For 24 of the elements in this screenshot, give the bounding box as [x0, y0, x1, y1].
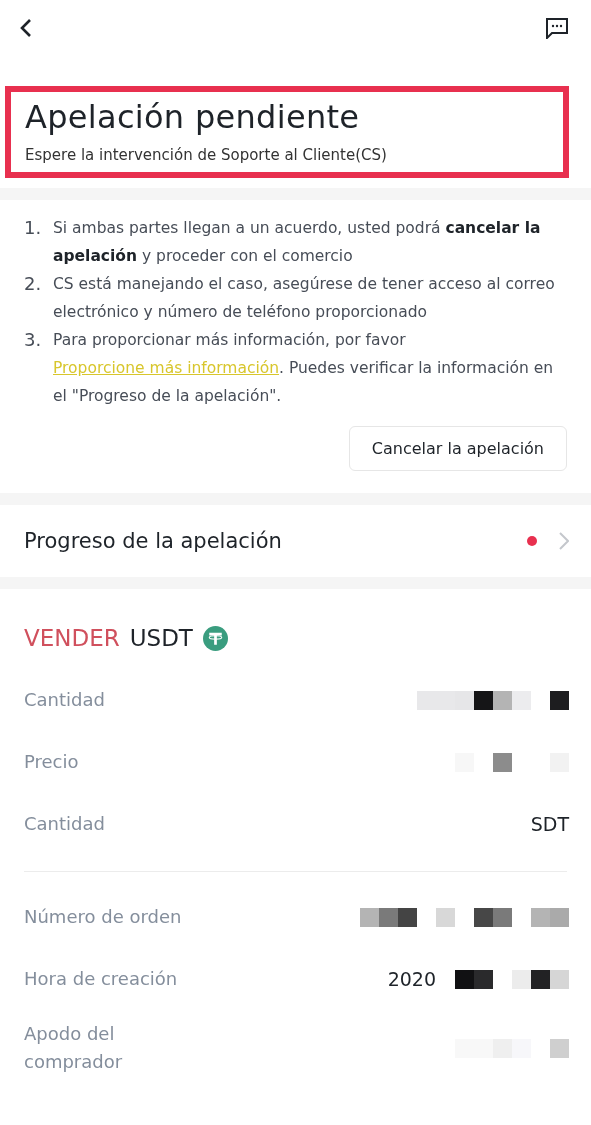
cancel-appeal-button[interactable]: Cancelar la apelación	[348, 426, 567, 471]
field-label: Hora de creación	[24, 967, 178, 991]
field-value: SDT	[530, 813, 569, 835]
asset-name: USDT	[129, 625, 193, 651]
appeal-progress-link[interactable]: Progreso de la apelación	[24, 529, 282, 553]
step-text: CS está manejando el caso, asegúrese de tener acceso al correo electrónico y número de teléfono proporcionado	[53, 274, 556, 323]
field-label: Número de orden	[24, 905, 182, 929]
field-label: Cantidad	[24, 688, 105, 712]
field-label: Cantidad	[24, 812, 105, 836]
field-label: Precio	[24, 750, 79, 774]
step-number: 3.	[24, 328, 43, 352]
tether-coin-icon	[202, 625, 228, 651]
step-text: Si ambas partes llegan a un acuerdo, usted podrá cancelar la apelación y proceder con el comercio	[53, 218, 542, 267]
step-number: 2.	[24, 272, 43, 296]
chevron-right-icon	[559, 532, 569, 550]
step-number: 1.	[24, 216, 43, 240]
chat-icon[interactable]	[545, 17, 569, 39]
back-icon[interactable]	[20, 18, 32, 38]
field-label: Apodo del comprador	[24, 1022, 124, 1074]
field-value: 2020	[387, 968, 436, 990]
step-text: Para proporcionar más información, por favor Proporcione más información. Puedes verificar la información en el "Progreso de la apelación".	[53, 330, 555, 407]
page-title: Apelación pendiente	[25, 98, 361, 136]
trade-side: VENDER	[24, 625, 120, 651]
page-subtitle: Espere la intervención de Soporte al Cliente(CS)	[25, 146, 388, 164]
